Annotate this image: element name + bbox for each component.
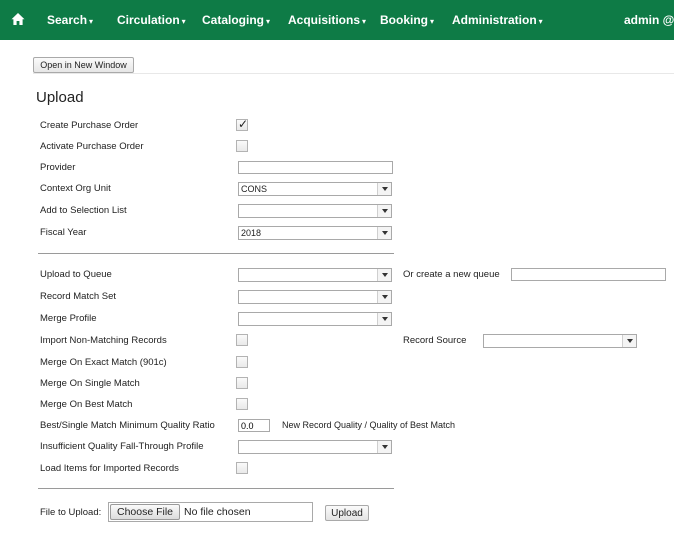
chevron-down-icon bbox=[377, 269, 391, 281]
top-nav-bar: Search ▾ Circulation ▾ Cataloging ▾ Acquisi… bbox=[0, 0, 674, 40]
fallthrough-select[interactable] bbox=[238, 440, 392, 454]
checkmark-icon: ✓ bbox=[238, 117, 249, 131]
chevron-down-icon bbox=[377, 313, 391, 325]
user-menu[interactable]: admin @ C bbox=[624, 13, 674, 27]
chevron-down-icon bbox=[622, 335, 636, 347]
open-in-new-window-button[interactable]: Open in New Window bbox=[33, 57, 134, 73]
nav-circulation[interactable]: Circulation ▾ bbox=[117, 13, 186, 27]
file-upload-label: File to Upload: bbox=[40, 507, 102, 518]
merge-exact-checkbox[interactable] bbox=[236, 356, 248, 368]
merge-best-label: Merge On Best Match bbox=[40, 399, 133, 410]
chevron-down-icon: ▾ bbox=[89, 17, 94, 26]
context-org-label: Context Org Unit bbox=[40, 183, 111, 194]
activate-po-label: Activate Purchase Order bbox=[40, 141, 144, 152]
chevron-down-icon: ▾ bbox=[538, 17, 543, 26]
load-items-checkbox[interactable] bbox=[236, 462, 248, 474]
divider bbox=[33, 73, 674, 74]
merge-profile-select[interactable] bbox=[238, 312, 392, 326]
context-org-value: CONS bbox=[241, 184, 268, 194]
chevron-down-icon: ▾ bbox=[266, 17, 271, 26]
min-quality-hint: New Record Quality / Quality of Best Mat… bbox=[282, 420, 456, 430]
upload-queue-label: Upload to Queue bbox=[40, 269, 112, 280]
new-queue-input[interactable] bbox=[511, 268, 666, 281]
import-non-matching-checkbox[interactable] bbox=[236, 334, 248, 346]
merge-single-label: Merge On Single Match bbox=[40, 378, 140, 389]
nav-acquisitions[interactable]: Acquisitions ▾ bbox=[288, 13, 366, 27]
upload-button[interactable]: Upload bbox=[325, 505, 369, 521]
file-status: No file chosen bbox=[184, 506, 251, 518]
home-icon[interactable] bbox=[11, 12, 25, 26]
section-divider bbox=[38, 488, 394, 489]
merge-best-checkbox[interactable] bbox=[236, 398, 248, 410]
context-org-select[interactable]: CONS bbox=[238, 182, 392, 196]
page-title: Upload bbox=[36, 89, 84, 106]
chevron-down-icon bbox=[377, 183, 391, 195]
fiscal-year-label: Fiscal Year bbox=[40, 227, 87, 238]
record-match-set-label: Record Match Set bbox=[40, 291, 117, 302]
merge-single-checkbox[interactable] bbox=[236, 377, 248, 389]
selection-list-select[interactable] bbox=[238, 204, 392, 218]
create-po-label: Create Purchase Order bbox=[40, 120, 139, 131]
upload-queue-select[interactable] bbox=[238, 268, 392, 282]
merge-exact-label: Merge On Exact Match (901c) bbox=[40, 357, 167, 368]
nav-search[interactable]: Search ▾ bbox=[47, 13, 93, 27]
choose-file-button[interactable]: Choose File bbox=[110, 504, 180, 520]
import-non-matching-label: Import Non-Matching Records bbox=[40, 335, 167, 346]
min-quality-label: Best/Single Match Minimum Quality Ratio bbox=[40, 420, 215, 431]
chevron-down-icon: ▾ bbox=[362, 17, 367, 26]
fallthrough-label: Insufficient Quality Fall-Through Profil… bbox=[40, 441, 204, 452]
new-queue-label: Or create a new queue bbox=[403, 269, 500, 280]
record-source-select[interactable] bbox=[483, 334, 637, 348]
record-match-set-select[interactable] bbox=[238, 290, 392, 304]
provider-label: Provider bbox=[40, 162, 76, 173]
nav-booking[interactable]: Booking ▾ bbox=[380, 13, 434, 27]
chevron-down-icon bbox=[377, 291, 391, 303]
section-divider bbox=[38, 253, 394, 254]
chevron-down-icon bbox=[377, 227, 391, 239]
merge-profile-label: Merge Profile bbox=[40, 313, 97, 324]
fiscal-year-value: 2018 bbox=[241, 228, 262, 238]
chevron-down-icon bbox=[377, 441, 391, 453]
nav-cataloging[interactable]: Cataloging ▾ bbox=[202, 13, 270, 27]
nav-administration[interactable]: Administration ▾ bbox=[452, 13, 543, 27]
record-source-label: Record Source bbox=[403, 335, 467, 346]
chevron-down-icon bbox=[377, 205, 391, 217]
fiscal-year-select[interactable]: 2018 bbox=[238, 226, 392, 240]
activate-po-checkbox[interactable] bbox=[236, 140, 248, 152]
file-input[interactable]: Choose File No file chosen bbox=[108, 502, 313, 522]
load-items-label: Load Items for Imported Records bbox=[40, 463, 179, 474]
chevron-down-icon: ▾ bbox=[430, 17, 435, 26]
min-quality-input[interactable] bbox=[238, 419, 270, 432]
selection-list-label: Add to Selection List bbox=[40, 205, 127, 216]
provider-input[interactable] bbox=[238, 161, 393, 174]
create-po-checkbox[interactable]: ✓ bbox=[236, 117, 249, 131]
chevron-down-icon: ▾ bbox=[181, 17, 186, 26]
